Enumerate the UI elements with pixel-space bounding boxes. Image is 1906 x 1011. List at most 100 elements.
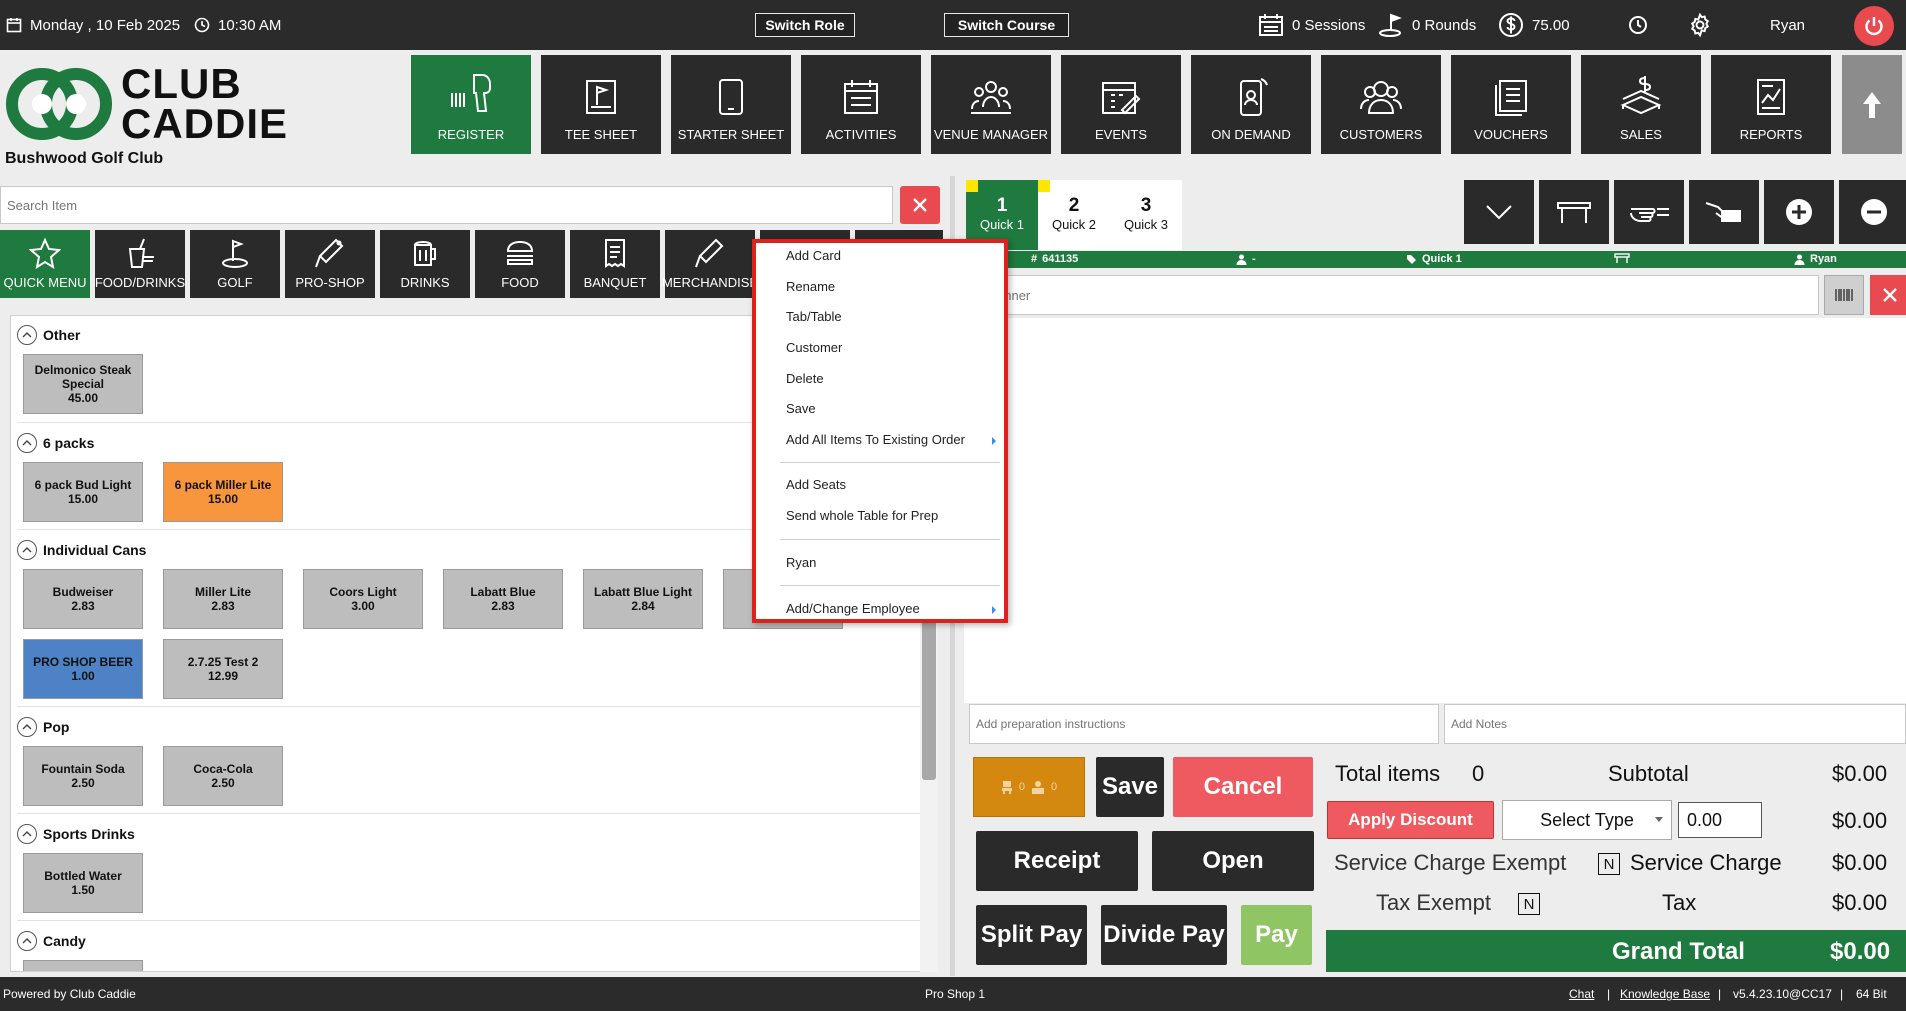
nav-on-demand[interactable]: ON DEMAND	[1191, 55, 1311, 154]
section-header-candy[interactable]: Candy	[17, 931, 86, 951]
item-tile[interactable]: 6 pack Bud Light 15.00	[23, 462, 143, 522]
menu-item-add-card[interactable]: Add Card	[786, 248, 841, 263]
menu-item-tab-table[interactable]: Tab/Table	[786, 309, 842, 324]
menu-item-save[interactable]: Save	[786, 401, 816, 416]
nav-vouchers[interactable]: VOUCHERS	[1451, 55, 1571, 154]
settings-button[interactable]	[1687, 0, 1713, 50]
service-charge-exempt-toggle[interactable]: N	[1598, 853, 1620, 875]
split-pay-button[interactable]: Split Pay	[976, 905, 1087, 965]
user-name[interactable]: Ryan	[1770, 0, 1805, 50]
apply-discount-button[interactable]: Apply Discount	[1327, 801, 1494, 839]
category-food[interactable]: FOOD	[475, 230, 565, 298]
chat-link[interactable]: Chat	[1569, 987, 1594, 1001]
hand-touch-button[interactable]	[1614, 180, 1684, 244]
item-tile[interactable]: Delmonico Steak Special 45.00	[23, 354, 143, 414]
menu-item-add-all-items[interactable]: Add All Items To Existing Order	[786, 432, 965, 447]
menu-item-add-change-employee[interactable]: Add/Change Employee	[786, 601, 920, 616]
dollar-icon	[1499, 13, 1523, 37]
category-banquet[interactable]: BANQUET	[570, 230, 660, 298]
menu-item-delete[interactable]: Delete	[786, 371, 824, 386]
item-tile[interactable]: Budweiser 2.83	[23, 569, 143, 629]
tab-quick-2[interactable]: 2 Quick 2	[1038, 180, 1110, 250]
item-tile[interactable]: Labatt Blue Light 2.84	[583, 569, 703, 629]
pay-button[interactable]: Pay	[1241, 905, 1312, 965]
logout-button[interactable]	[1854, 6, 1894, 46]
section-header-pop[interactable]: Pop	[17, 717, 69, 737]
order-tab[interactable]: Quick 1	[1406, 253, 1462, 265]
category-golf[interactable]: GOLF	[190, 230, 280, 298]
seat-guest-counter[interactable]: 0 0	[973, 757, 1085, 817]
knowledge-base-link[interactable]: Knowledge Base	[1620, 987, 1710, 1001]
order-tab-text: Quick 1	[1422, 253, 1462, 265]
item-tile[interactable]: Coca-Cola 2.50	[163, 746, 283, 806]
save-button[interactable]: Save	[1096, 757, 1164, 817]
item-tile[interactable]: Bottled Water 1.50	[23, 853, 143, 913]
discount-type-select[interactable]: Select Type	[1502, 800, 1672, 840]
item-tile[interactable]: 2.7.25 Test 2 12.99	[163, 639, 283, 699]
section-header-sports-drinks[interactable]: Sports Drinks	[17, 824, 135, 844]
category-food-drinks[interactable]: FOOD/DRINKS	[95, 230, 185, 298]
receipt-button[interactable]: Receipt	[976, 831, 1138, 891]
cancel-button[interactable]: Cancel	[1173, 757, 1313, 817]
nav-customers[interactable]: CUSTOMERS	[1321, 55, 1441, 154]
remove-button[interactable]	[1839, 180, 1906, 244]
expand-button[interactable]	[1464, 180, 1534, 244]
notes-input[interactable]	[1444, 704, 1906, 744]
category-pro-shop[interactable]: PRO-SHOP	[285, 230, 375, 298]
nav-sales[interactable]: SALES	[1581, 55, 1701, 154]
nav-activities[interactable]: ACTIVITIES	[801, 55, 921, 154]
category-quick-menu[interactable]: QUICK MENU	[0, 230, 90, 298]
switch-role-button[interactable]: Switch Role	[755, 13, 855, 37]
clear-search-button[interactable]	[900, 186, 940, 224]
item-tile[interactable]: Miller Lite 2.83	[163, 569, 283, 629]
collapse-header-button[interactable]	[1842, 55, 1902, 154]
rounds-indicator[interactable]: 0 Rounds	[1378, 0, 1476, 50]
category-merchandise[interactable]: MERCHANDISE	[662, 230, 758, 298]
balance-indicator[interactable]: 75.00	[1498, 0, 1570, 50]
sessions-indicator[interactable]: 0 Sessions	[1258, 0, 1365, 50]
tab-quick-3[interactable]: 3 Quick 3	[1110, 180, 1182, 250]
menu-item-customer[interactable]: Customer	[786, 340, 842, 355]
menu-item-send-table-prep[interactable]: Send whole Table for Prep	[786, 508, 938, 523]
item-tile[interactable]: Fountain Soda 2.50	[23, 746, 143, 806]
menu-item-employee-ryan[interactable]: Ryan	[786, 555, 816, 570]
section-header-individual-cans[interactable]: Individual Cans	[17, 540, 146, 560]
item-tile[interactable]: 6 pack Miller Lite 15.00	[163, 462, 283, 522]
customers-icon	[1360, 81, 1402, 114]
clear-scanner-button[interactable]	[1870, 275, 1906, 315]
scanner-input[interactable]	[964, 275, 1819, 315]
barcode-button[interactable]	[1824, 275, 1864, 315]
order-employee[interactable]: Ryan	[1794, 253, 1837, 265]
order-table[interactable]	[1614, 253, 1630, 264]
nav-register[interactable]: REGISTER	[411, 55, 531, 154]
add-button[interactable]	[1764, 180, 1834, 244]
section-header-other[interactable]: Other	[17, 325, 80, 345]
footer-separator: |	[1607, 987, 1611, 1001]
open-button[interactable]: Open	[1152, 831, 1314, 891]
history-button[interactable]	[1628, 0, 1648, 50]
search-item-input[interactable]	[0, 186, 893, 224]
item-grid-scroll-thumb[interactable]	[922, 600, 936, 780]
preparation-instructions-input[interactable]	[969, 704, 1439, 744]
section-header-6-packs[interactable]: 6 packs	[17, 433, 94, 453]
menu-item-add-seats[interactable]: Add Seats	[786, 477, 846, 492]
order-customer[interactable]: -	[1236, 253, 1256, 265]
item-tile[interactable]: PRO SHOP BEER 1.00	[23, 639, 143, 699]
item-tile-partial[interactable]	[23, 960, 143, 971]
table-button[interactable]	[1539, 180, 1609, 244]
nav-label: REGISTER	[437, 127, 505, 142]
item-tile[interactable]: Coors Light 3.00	[303, 569, 423, 629]
nav-starter-sheet[interactable]: STARTER SHEET	[671, 55, 791, 154]
discount-value-input[interactable]: 0.00	[1678, 802, 1762, 838]
hand-card-button[interactable]	[1689, 180, 1759, 244]
item-tile[interactable]: Labatt Blue 2.83	[443, 569, 563, 629]
nav-reports[interactable]: REPORTS	[1711, 55, 1831, 154]
tax-exempt-toggle[interactable]: N	[1518, 893, 1540, 915]
nav-tee-sheet[interactable]: TEE SHEET	[541, 55, 661, 154]
category-drinks[interactable]: DRINKS	[380, 230, 470, 298]
nav-venue-manager[interactable]: VENUE MANAGER	[931, 55, 1051, 154]
switch-course-button[interactable]: Switch Course	[944, 13, 1069, 37]
divide-pay-button[interactable]: Divide Pay	[1101, 905, 1227, 965]
menu-item-rename[interactable]: Rename	[786, 279, 835, 294]
nav-events[interactable]: EVENTS	[1061, 55, 1181, 154]
